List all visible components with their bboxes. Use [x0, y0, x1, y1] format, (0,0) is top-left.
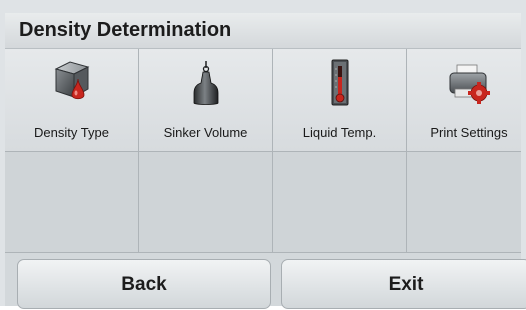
- menu-item-label: Liquid Temp.: [302, 125, 377, 140]
- thermometer-icon: [318, 59, 362, 107]
- empty-menu-slot: [5, 152, 139, 253]
- title-bar: Density Determination: [5, 13, 521, 49]
- exit-button[interactable]: Exit: [281, 259, 526, 309]
- menu-item-label: Print Settings: [430, 125, 508, 140]
- menu-item-sinker-volume[interactable]: Sinker Volume: [139, 49, 273, 152]
- empty-menu-slot: [139, 152, 273, 253]
- bottom-bar: Back Exit: [5, 253, 526, 309]
- empty-menu-slot: [273, 152, 407, 253]
- menu-item-label: Density Type: [34, 125, 109, 140]
- printer-settings-icon: [447, 59, 491, 107]
- page-title: Density Determination: [19, 19, 232, 41]
- menu-item-density-type[interactable]: Density Type: [5, 49, 139, 152]
- density-determination-screen: Density Determination Density Type Sinke…: [0, 0, 526, 309]
- menu-grid: Density Type Sinker Volume Liquid Temp. …: [5, 49, 521, 253]
- menu-item-print-settings[interactable]: Print Settings: [407, 49, 521, 152]
- empty-menu-slot: [407, 152, 521, 253]
- menu-item-label: Sinker Volume: [163, 125, 248, 140]
- back-button[interactable]: Back: [17, 259, 271, 309]
- sinker-weight-icon: [184, 59, 228, 107]
- menu-item-liquid-temp[interactable]: Liquid Temp.: [273, 49, 407, 152]
- density-type-icon: [50, 59, 94, 107]
